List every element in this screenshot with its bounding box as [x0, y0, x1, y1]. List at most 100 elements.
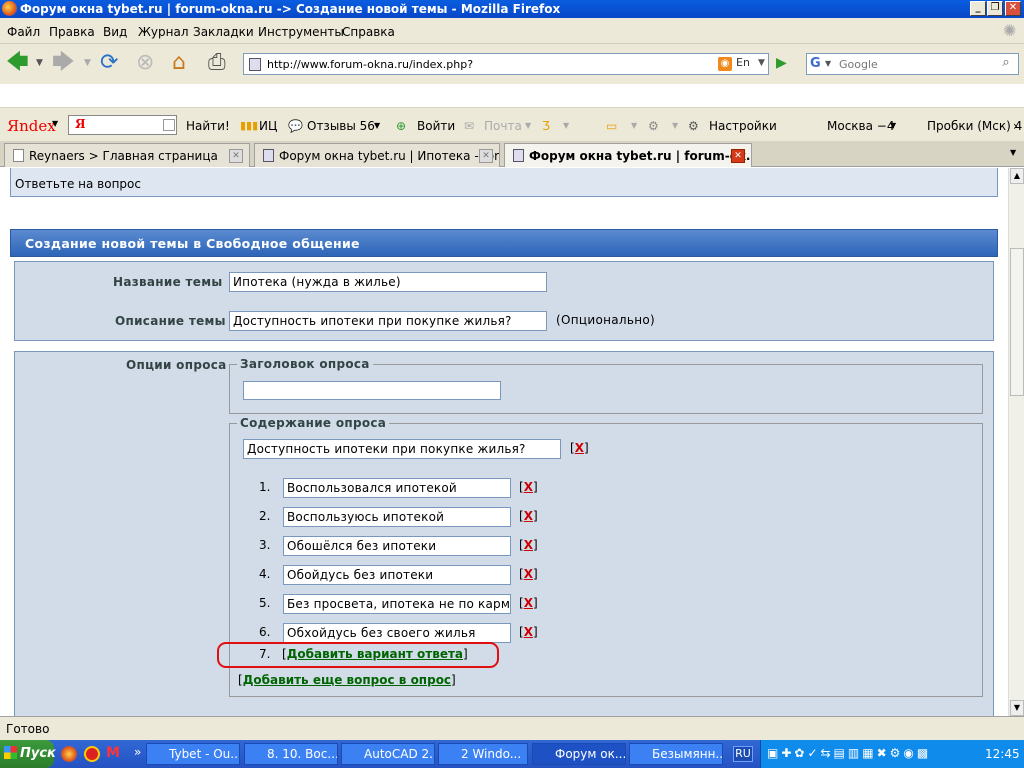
search-input[interactable]: Google	[839, 58, 878, 71]
scroll-down-icon[interactable]: ▼	[1010, 700, 1024, 716]
delete-answer-button[interactable]: [X]	[519, 625, 538, 639]
menu-edit[interactable]: Правка	[49, 25, 95, 39]
mail-ru-quicklaunch-icon[interactable]: M	[106, 745, 120, 761]
tools-icon[interactable]: ⚙	[648, 119, 659, 133]
mail-dropdown-icon[interactable]: ▼	[525, 121, 531, 130]
yandex-find-button[interactable]: Найти!	[186, 119, 230, 133]
lang-badge[interactable]: En	[736, 56, 750, 69]
delete-x[interactable]: X	[524, 509, 533, 523]
reviews-dropdown-icon[interactable]: ▼	[374, 121, 380, 130]
yandex-checkbox[interactable]	[163, 119, 175, 131]
scroll-up-icon[interactable]: ▲	[1010, 168, 1024, 184]
menu-file[interactable]: Файл	[7, 25, 40, 39]
bookmarks-dropdown-icon[interactable]: ▼	[631, 121, 637, 130]
yaru-icon[interactable]: Ʒ	[542, 119, 550, 133]
tab-ipoteka[interactable]: Форум окна tybet.ru | Ипотека - for... ✕	[254, 143, 500, 167]
delete-x[interactable]: X	[524, 538, 533, 552]
task-windows-group[interactable]: 2 Windo...	[438, 743, 528, 765]
tab-new-topic[interactable]: Форум окна tybet.ru | forum-ok... ✕	[504, 143, 752, 167]
url-bar[interactable]: http://www.forum-okna.ru/index.php? ◉ En…	[243, 53, 769, 75]
forward-dropdown-icon[interactable]: ▼	[84, 52, 91, 74]
delete-answer-button[interactable]: [X]	[519, 480, 538, 494]
delete-x[interactable]: X	[524, 596, 533, 610]
delete-x[interactable]: X	[524, 480, 533, 494]
bookmarks-icon[interactable]: ▭	[606, 119, 617, 133]
yandex-search-input[interactable]: Я	[68, 115, 177, 135]
delete-question-button[interactable]: [X]	[570, 441, 589, 455]
delete-x[interactable]: X	[524, 567, 533, 581]
vertical-scrollbar[interactable]: ▲ ▼	[1008, 168, 1024, 716]
engine-dropdown-icon[interactable]: ▼	[825, 59, 831, 68]
opera-quicklaunch-icon[interactable]	[84, 746, 100, 762]
yandex-reviews[interactable]: Отзывы 56	[307, 119, 375, 133]
language-indicator[interactable]: RU	[733, 746, 753, 762]
yaru-dropdown-icon[interactable]: ▼	[563, 121, 569, 130]
answer-input-3[interactable]: Обошёлся без ипотеки	[283, 536, 511, 556]
answer-input-5[interactable]: Без просвета, ипотека не по карману	[283, 594, 511, 614]
close-window-button[interactable]: ✕	[1005, 1, 1021, 16]
search-icon[interactable]: ⌕	[995, 55, 1017, 73]
stop-icon[interactable]: ⊗	[136, 52, 154, 74]
task-autocad[interactable]: AutoCAD 2...	[341, 743, 435, 765]
delete-answer-button[interactable]: [X]	[519, 509, 538, 523]
menu-view[interactable]: Вид	[103, 25, 127, 39]
task-tybet[interactable]: Tybet - Ou...	[146, 743, 240, 765]
delete-answer-button[interactable]: [X]	[519, 567, 538, 581]
scroll-thumb[interactable]	[1010, 248, 1024, 396]
maximize-button[interactable]: ❐	[987, 1, 1003, 16]
tools-dropdown-icon[interactable]: ▼	[672, 121, 678, 130]
delete-x[interactable]: X	[575, 441, 584, 455]
search-box[interactable]: G ▼ Google ⌕	[806, 53, 1019, 75]
yandex-settings[interactable]: Настройки	[709, 119, 777, 133]
weather-dropdown-icon[interactable]: ▼	[890, 121, 896, 130]
tab-close-icon[interactable]: ✕	[229, 149, 243, 163]
yandex-ic[interactable]: ИЦ	[259, 119, 277, 133]
tab-list-icon[interactable]: ▼	[1010, 148, 1016, 157]
reload-icon[interactable]: ⟳	[100, 52, 118, 74]
delete-x[interactable]: X	[524, 625, 533, 639]
poll-question-input[interactable]: Доступность ипотеки при покупке жилья?	[243, 439, 561, 459]
firefox-quicklaunch-icon[interactable]	[61, 746, 77, 762]
answer-input-6[interactable]: Обхойдусь без своего жилья	[283, 623, 511, 643]
delete-answer-button[interactable]: [X]	[519, 596, 538, 610]
answer-input-1[interactable]: Воспользовался ипотекой	[283, 478, 511, 498]
quicklaunch-more-icon[interactable]: »	[134, 745, 141, 759]
yandex-logo-dropdown-icon[interactable]: ▼	[52, 119, 58, 128]
add-question-link[interactable]: Добавить еще вопрос в опрос	[243, 673, 451, 687]
menu-bookmarks[interactable]: Закладки	[193, 25, 254, 39]
yandex-mail[interactable]: Почта	[484, 119, 522, 133]
answer-input-2[interactable]: Воспользуюсь ипотекой	[283, 507, 511, 527]
back-dropdown-icon[interactable]: ▼	[36, 52, 43, 74]
url-text[interactable]: http://www.forum-okna.ru/index.php?	[267, 58, 473, 71]
minimize-button[interactable]: _	[970, 1, 986, 16]
yandex-traffic[interactable]: Пробки (Мск) 4	[927, 119, 1022, 133]
go-icon[interactable]: ▶	[776, 55, 787, 71]
yandex-logo[interactable]: Яndex	[7, 117, 56, 135]
tab-close-icon[interactable]: ✕	[731, 149, 745, 163]
rss-icon[interactable]: ◉	[718, 57, 732, 71]
yandex-weather[interactable]: Москва −4	[827, 119, 894, 133]
tray-icons[interactable]: ▣✚✿✓⇆▤▥▦✖⚙◉▩	[767, 746, 931, 760]
menu-tools[interactable]: Инструменты	[258, 25, 344, 39]
print-icon[interactable]: ⎙	[208, 52, 226, 74]
url-dropdown-icon[interactable]: ▼	[758, 58, 765, 68]
google-engine-icon[interactable]: G	[810, 56, 821, 71]
poll-title-input[interactable]	[243, 381, 501, 400]
back-icon[interactable]: 🡄	[6, 52, 29, 74]
toolbar-overflow-icon[interactable]: ›	[1013, 119, 1018, 133]
delete-answer-button[interactable]: [X]	[519, 538, 538, 552]
topic-name-input[interactable]: Ипотека (нужда в жилье)	[229, 272, 547, 292]
task-paint[interactable]: Безымянн...	[629, 743, 723, 765]
yandex-login[interactable]: Войти	[417, 119, 455, 133]
topic-desc-input[interactable]: Доступность ипотеки при покупке жилья?	[229, 311, 547, 331]
home-icon[interactable]: ⌂	[172, 52, 186, 74]
start-button[interactable]: Пуск	[0, 740, 56, 768]
task-firefox[interactable]: Форум ок...	[532, 743, 626, 765]
menu-help[interactable]: Справка	[342, 25, 395, 39]
menu-history[interactable]: Журнал	[138, 25, 189, 39]
forward-icon[interactable]: 🡆	[52, 52, 75, 74]
tab-close-icon[interactable]: ✕	[479, 149, 493, 163]
task-doc[interactable]: 8. 10. Вос...	[244, 743, 338, 765]
tab-reynaers[interactable]: Reynaers > Главная страница ✕	[4, 143, 250, 167]
answer-input-4[interactable]: Обойдусь без ипотеки	[283, 565, 511, 585]
